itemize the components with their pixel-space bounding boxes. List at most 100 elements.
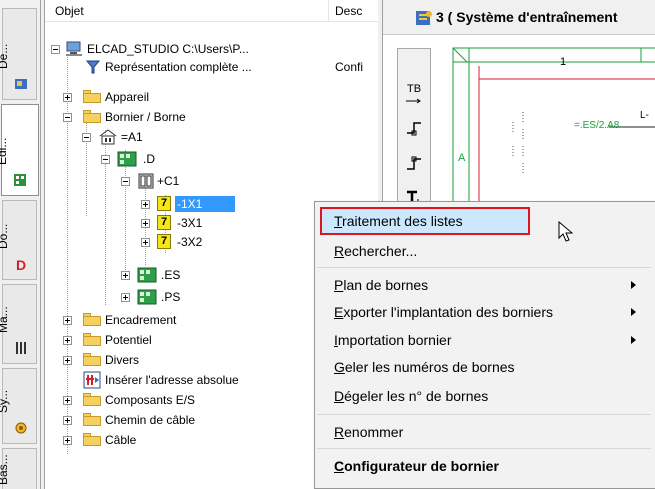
location-icon bbox=[137, 267, 157, 283]
expand-toggle[interactable] bbox=[63, 336, 72, 345]
computer-icon bbox=[66, 41, 82, 56]
folder-icon bbox=[83, 353, 101, 366]
menu-mnemonic: C bbox=[334, 458, 345, 474]
menu-item-renommer[interactable]: Renommer bbox=[315, 421, 653, 443]
tab-document[interactable]: Do... D bbox=[0, 200, 37, 280]
collapse-toggle[interactable] bbox=[101, 155, 110, 164]
folder-icon bbox=[83, 90, 101, 103]
schematic-title: 3 ( Système d'entraînement bbox=[436, 9, 618, 25]
tree-item-label: Représentation complète ... bbox=[105, 60, 252, 74]
expand-toggle[interactable] bbox=[63, 93, 72, 102]
menu-mnemonic: E bbox=[334, 304, 344, 320]
collapse-toggle[interactable] bbox=[51, 45, 60, 54]
folder-icon bbox=[83, 313, 101, 326]
menu-item-traitement-des-listes[interactable]: Traitement des listes bbox=[315, 210, 653, 232]
column-separator[interactable] bbox=[328, 0, 329, 21]
expand-toggle[interactable] bbox=[63, 396, 72, 405]
installation-icon bbox=[99, 129, 117, 145]
terminal-strip-icon: 7 bbox=[157, 215, 171, 230]
wire-tool[interactable] bbox=[400, 117, 428, 145]
column-number: 1 bbox=[560, 56, 567, 68]
tree-item-label: Câble bbox=[105, 433, 137, 447]
tab-symbol[interactable]: Sy... bbox=[0, 368, 37, 444]
filter-icon bbox=[85, 60, 101, 74]
tree-item-label: -3X2 bbox=[177, 235, 203, 249]
expand-toggle[interactable] bbox=[121, 271, 130, 280]
menu-item-label: echercher... bbox=[344, 243, 418, 259]
collapse-toggle[interactable] bbox=[63, 113, 72, 122]
tab-symbol-label: Sy... bbox=[0, 389, 10, 413]
expand-toggle[interactable] bbox=[141, 238, 150, 247]
terminal-strip-icon: 7 bbox=[157, 234, 171, 249]
arrow-right-icon bbox=[406, 98, 421, 104]
column-header-desc[interactable]: Desc bbox=[335, 4, 362, 18]
menu-item-degeler-numeros[interactable]: Dégeler les n° de bornes bbox=[315, 385, 653, 407]
context-menu: Traitement des listes Rechercher... Plan… bbox=[314, 201, 655, 489]
tree-line bbox=[125, 150, 126, 280]
document-icon: D bbox=[16, 257, 26, 271]
expand-toggle[interactable] bbox=[121, 293, 130, 302]
row-letter: A bbox=[458, 152, 466, 164]
folder-open-icon bbox=[83, 110, 101, 123]
expand-toggle[interactable] bbox=[63, 316, 72, 325]
menu-item-label: eler les numéros de bornes bbox=[344, 359, 515, 375]
terminal-block-tool[interactable]: TB bbox=[400, 83, 428, 111]
submenu-arrow-icon bbox=[631, 308, 636, 316]
column-header-objet[interactable]: Objet bbox=[55, 4, 84, 18]
expand-toggle[interactable] bbox=[141, 200, 150, 209]
submenu-arrow-icon bbox=[631, 281, 636, 289]
menu-item-geler-numeros[interactable]: Geler les numéros de bornes bbox=[315, 356, 653, 378]
collapse-toggle[interactable] bbox=[121, 177, 130, 186]
submenu-arrow-icon bbox=[631, 336, 636, 344]
folder-icon bbox=[83, 433, 101, 446]
tree-item-label: Divers bbox=[105, 353, 140, 367]
tree-item-label: Appareil bbox=[105, 90, 150, 104]
macro-icon bbox=[16, 342, 26, 354]
menu-separator bbox=[317, 448, 651, 449]
menu-mnemonic: T bbox=[334, 213, 343, 229]
expand-toggle[interactable] bbox=[63, 416, 72, 425]
tab-base[interactable]: Bas... bbox=[0, 448, 37, 489]
wire-angle-icon bbox=[407, 156, 421, 170]
tab-editor[interactable]: Edi... bbox=[0, 104, 39, 196]
expand-toggle[interactable] bbox=[141, 219, 150, 228]
menu-mnemonic: R bbox=[334, 424, 345, 440]
menu-item-label: égeler les n° de bornes bbox=[344, 388, 489, 404]
tree-header: Objet Desc bbox=[45, 0, 378, 22]
tree-item-desc: Confi bbox=[335, 60, 364, 74]
net-reference-label: =.ES/2.A8 bbox=[574, 120, 620, 131]
expand-toggle[interactable] bbox=[63, 436, 72, 445]
menu-item-plan-de-bornes[interactable]: Plan de bornes bbox=[315, 274, 653, 296]
menu-item-exporter-implantation[interactable]: Exporter l'implantation des borniers bbox=[315, 301, 653, 323]
tree-item-representation[interactable]: Représentation complète ... Confi bbox=[51, 58, 376, 76]
tab-designer-label: De... bbox=[0, 43, 10, 69]
menu-item-configurateur-bornier[interactable]: Configurateur de bornier bbox=[315, 455, 653, 477]
wire-tool-2[interactable] bbox=[400, 153, 428, 181]
cabinet-icon bbox=[138, 173, 154, 189]
expand-toggle[interactable] bbox=[63, 356, 72, 365]
tree-item-label: Chemin de câble bbox=[105, 413, 196, 427]
tree-item-label: Bornier / Borne bbox=[105, 110, 186, 124]
folder-icon bbox=[83, 333, 101, 346]
menu-item-label: enommer bbox=[344, 424, 404, 440]
schematic-page-icon bbox=[416, 11, 432, 25]
menu-separator bbox=[317, 414, 651, 415]
tab-designer[interactable]: De... bbox=[0, 8, 37, 100]
menu-separator bbox=[317, 267, 651, 268]
terminal-strip-icon: 7 bbox=[157, 196, 171, 211]
tree-item-label: Potentiel bbox=[105, 333, 152, 347]
tree-line bbox=[86, 110, 87, 216]
collapse-toggle[interactable] bbox=[82, 133, 91, 142]
tree-item-label: -1X1 bbox=[175, 196, 235, 212]
tree-item-label: .D bbox=[143, 152, 155, 166]
menu-mnemonic: D bbox=[334, 388, 345, 404]
tab-macro[interactable]: Ma... bbox=[0, 284, 37, 364]
menu-item-importation-bornier[interactable]: Importation bornier bbox=[315, 329, 653, 351]
menu-item-rechercher[interactable]: Rechercher... bbox=[315, 240, 653, 262]
tree-item-label: Encadrement bbox=[105, 313, 177, 327]
menu-item-label: mportation bornier bbox=[337, 332, 452, 348]
location-icon bbox=[137, 289, 157, 305]
tab-editor-label: Edi... bbox=[0, 137, 9, 165]
menu-mnemonic: G bbox=[334, 359, 345, 375]
location-icon bbox=[117, 151, 137, 167]
